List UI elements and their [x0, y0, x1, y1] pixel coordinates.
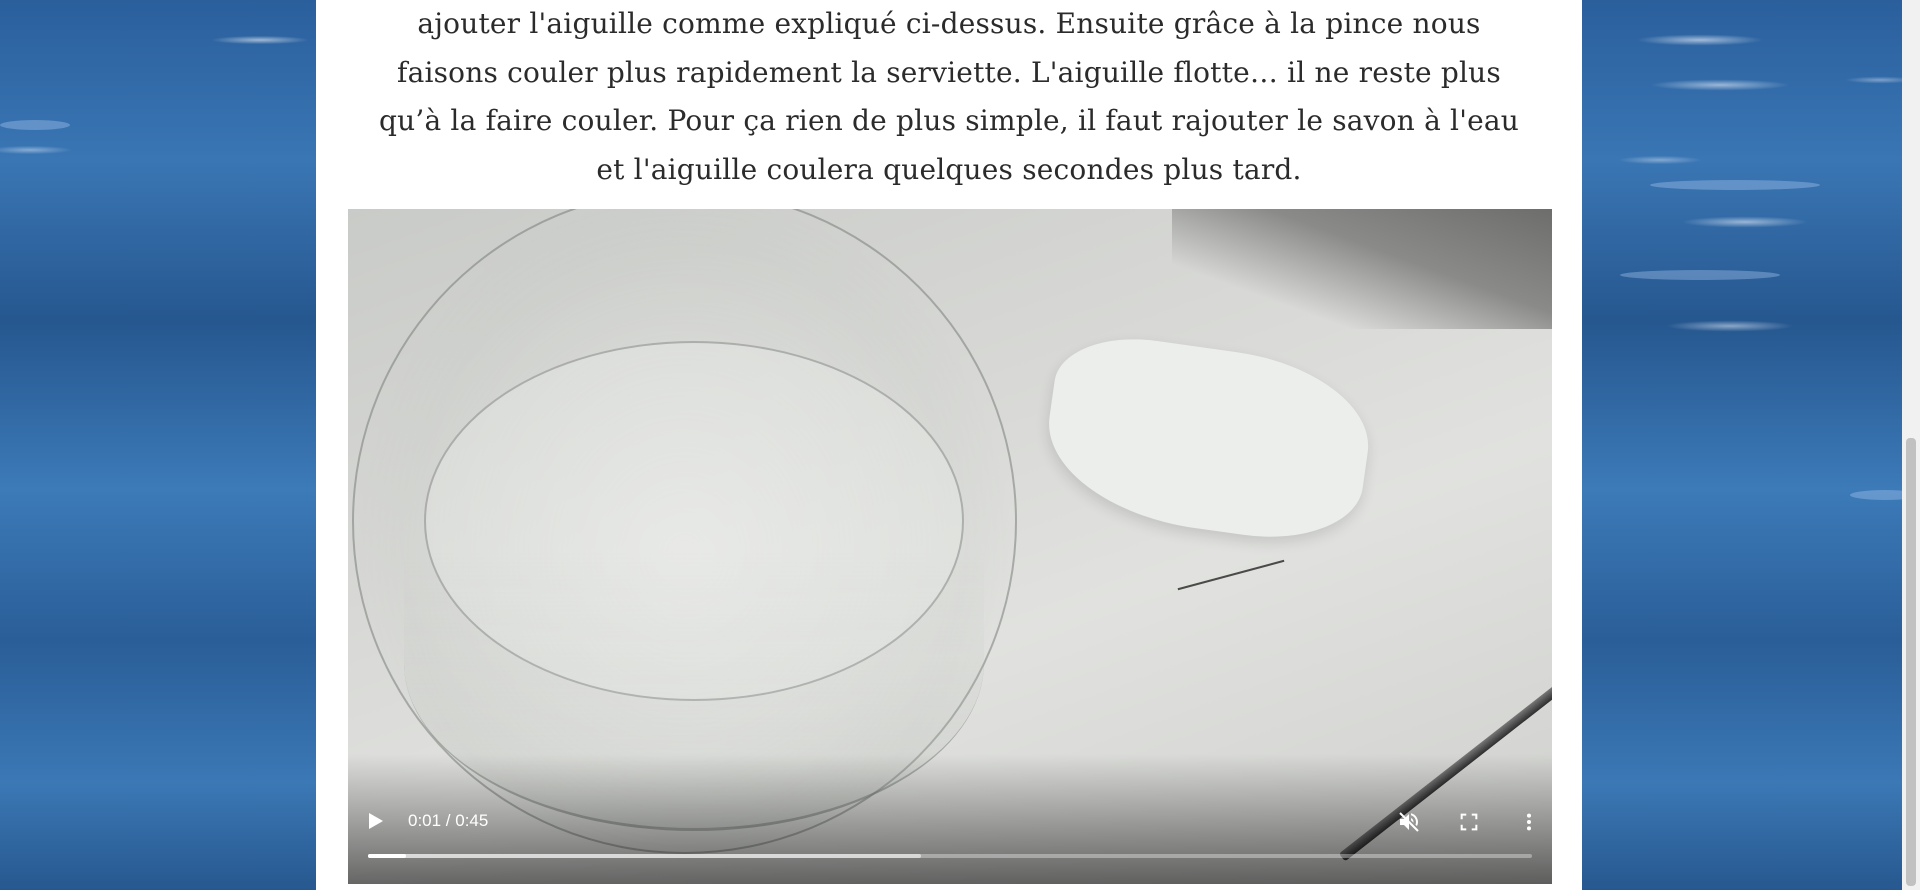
paragraph-line: faisons couler plus rapidement la servie… — [397, 55, 1501, 89]
paragraph-line: ajouter l'aiguille comme expliqué ci-des… — [417, 7, 1481, 40]
water-ripple — [0, 120, 70, 130]
video-controls-overlay — [348, 754, 1552, 884]
paragraph-line: qu’à la faire couler. Pour ça rien de pl… — [378, 104, 1520, 137]
page-scrollbar[interactable] — [1902, 0, 1920, 890]
video-player[interactable]: 0:01 / 0:45 — [348, 209, 1552, 884]
article-paragraph: ajouter l'aiguille comme expliqué ci-des… — [340, 0, 1558, 194]
paragraph-line: et l'aiguille coulera quelques secondes … — [596, 152, 1302, 186]
video-played-bar — [368, 854, 407, 858]
fullscreen-button[interactable] — [1454, 807, 1484, 837]
more-options-button[interactable] — [1514, 807, 1544, 837]
more-vert-icon — [1526, 813, 1532, 831]
video-frame-shadow — [1172, 209, 1552, 329]
video-frame-needle — [1177, 559, 1285, 591]
play-button[interactable] — [366, 809, 386, 833]
video-buffered-bar — [368, 854, 921, 858]
scrollbar-thumb[interactable] — [1906, 438, 1916, 886]
article-content: ajouter l'aiguille comme expliqué ci-des… — [316, 0, 1582, 890]
video-progress-bar[interactable] — [368, 854, 1532, 858]
fullscreen-icon — [1460, 813, 1478, 831]
video-time-display: 0:01 / 0:45 — [408, 811, 489, 830]
water-ripple — [1650, 180, 1820, 190]
video-frame-paper-towel — [1037, 327, 1379, 551]
mute-button[interactable] — [1394, 807, 1424, 837]
play-icon — [369, 813, 383, 829]
water-ripple — [1620, 270, 1780, 280]
volume-muted-icon — [1399, 812, 1419, 832]
